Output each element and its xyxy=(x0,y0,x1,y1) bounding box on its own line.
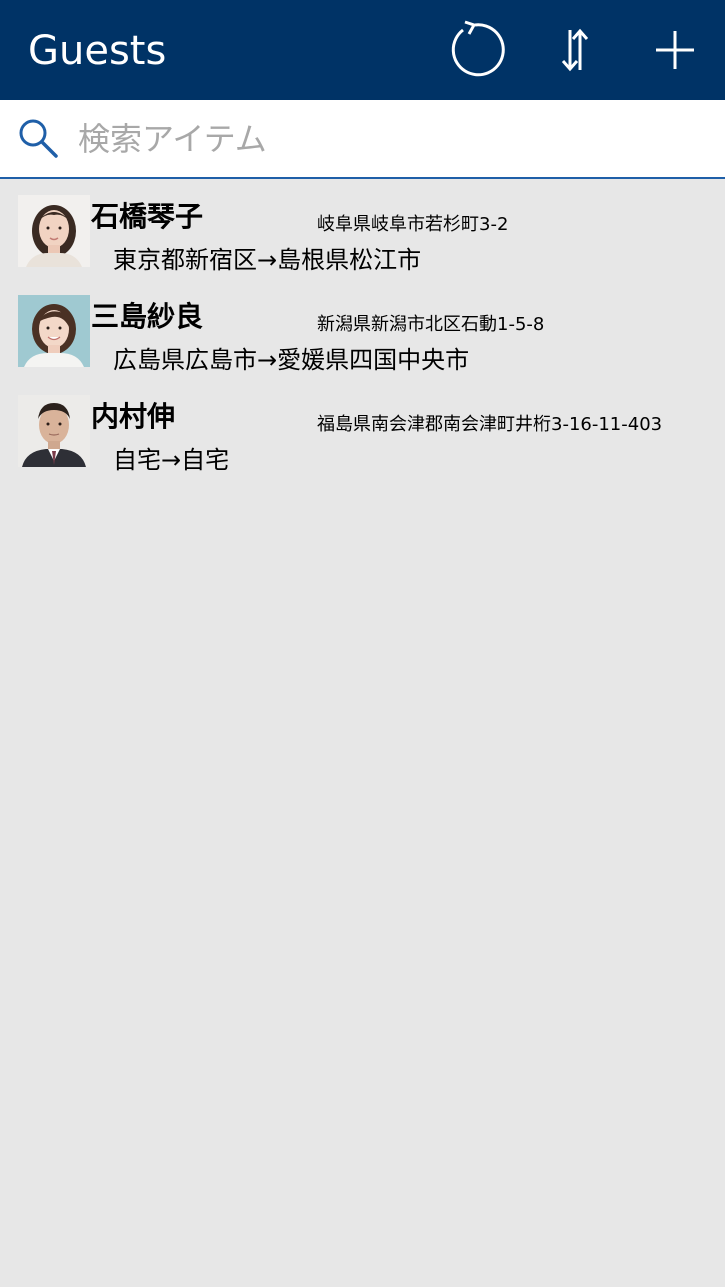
avatar xyxy=(18,195,90,267)
search-input[interactable] xyxy=(78,114,698,164)
guest-address: 新潟県新潟市北区石動1-5-8 xyxy=(317,314,545,335)
guest-address: 岐阜県岐阜市若杉町3-2 xyxy=(317,214,509,235)
search-bar xyxy=(0,100,725,179)
refresh-icon xyxy=(451,20,505,77)
guest-address: 福島県南会津郡南会津町井桁3-16-11-403 xyxy=(317,414,663,435)
guest-name: 内村伸 xyxy=(91,400,176,433)
female-portrait-photo xyxy=(18,195,90,267)
avatar xyxy=(18,395,90,467)
guest-name: 三島紗良 xyxy=(91,300,204,333)
guest-route: 自宅→自宅 xyxy=(113,446,230,474)
guest-route: 広島県広島市→愛媛県四国中央市 xyxy=(113,346,470,374)
sort-button[interactable] xyxy=(543,18,607,82)
search-icon[interactable] xyxy=(16,116,62,162)
guest-route: 東京都新宿区→島根県松江市 xyxy=(113,246,422,274)
avatar xyxy=(18,295,90,367)
page-title: Guests xyxy=(28,28,167,74)
male-portrait-photo xyxy=(18,395,90,467)
guest-list-item[interactable]: 石橋琴子 岐阜県岐阜市若杉町3-2 東京都新宿区→島根県松江市 xyxy=(0,195,725,295)
refresh-button[interactable] xyxy=(443,18,507,82)
guest-list-item[interactable]: 三島紗良 新潟県新潟市北区石動1-5-8 広島県広島市→愛媛県四国中央市 xyxy=(0,295,725,395)
plus-icon xyxy=(656,31,694,69)
guest-name: 石橋琴子 xyxy=(91,200,204,233)
female-portrait-photo xyxy=(18,295,90,367)
app-header: Guests xyxy=(0,0,725,100)
add-button[interactable] xyxy=(643,18,707,82)
sort-arrows-icon xyxy=(561,28,589,72)
guest-list: 石橋琴子 岐阜県岐阜市若杉町3-2 東京都新宿区→島根県松江市 三島紗良 新潟県… xyxy=(0,195,725,495)
guest-list-item[interactable]: 内村伸 福島県南会津郡南会津町井桁3-16-11-403 自宅→自宅 xyxy=(0,395,725,495)
